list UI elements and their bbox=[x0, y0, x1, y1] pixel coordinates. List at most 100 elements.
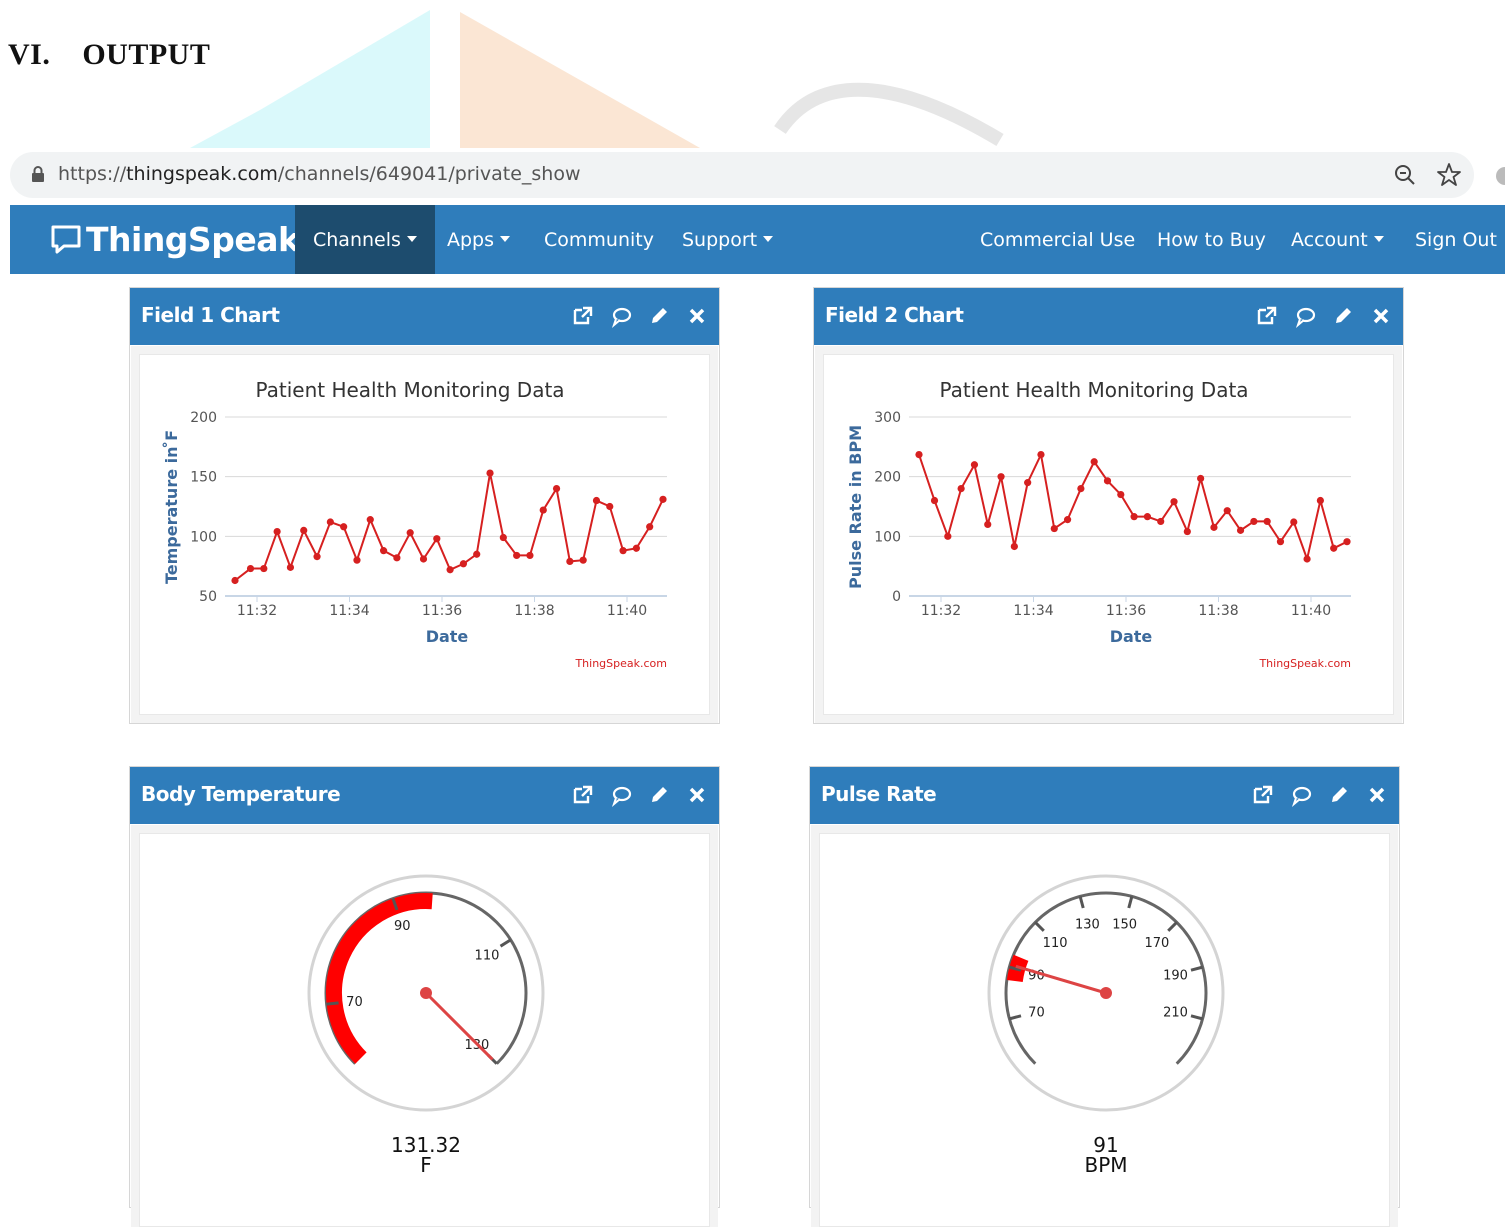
data-point bbox=[379, 547, 388, 555]
data-point bbox=[1276, 538, 1285, 546]
nav-channels[interactable]: Channels bbox=[295, 205, 435, 274]
y-tick-label: 50 bbox=[199, 589, 217, 605]
chart-title: Patient Health Monitoring Data bbox=[255, 378, 564, 402]
comment-icon[interactable] bbox=[609, 304, 633, 328]
gauge-tick-label: 110 bbox=[475, 949, 500, 964]
field1-line-chart[interactable]: Patient Health Monitoring Data 50 100 150 20… bbox=[140, 355, 711, 715]
profile-icon[interactable] bbox=[1492, 164, 1505, 188]
data-point bbox=[246, 564, 255, 573]
gauge-container: 131.32 F 7090110130 bbox=[139, 833, 710, 1227]
data-point bbox=[1090, 458, 1098, 466]
x-tick-label: 11:32 bbox=[921, 603, 961, 619]
data-point bbox=[997, 473, 1005, 481]
nav-community[interactable]: Community bbox=[544, 205, 654, 274]
comment-icon[interactable] bbox=[609, 783, 633, 807]
bookmark-star-icon[interactable] bbox=[1436, 162, 1462, 188]
data-point bbox=[579, 556, 587, 564]
gauge-unit: F bbox=[420, 1153, 432, 1177]
pencil-icon[interactable] bbox=[647, 783, 671, 807]
panel-title: Pulse Rate bbox=[821, 782, 937, 806]
data-point bbox=[1210, 523, 1218, 531]
gauge-tick-label: 110 bbox=[1043, 936, 1068, 951]
data-point bbox=[1183, 527, 1191, 536]
data-point bbox=[1330, 544, 1338, 552]
x-tick-label: 11:40 bbox=[1291, 603, 1331, 619]
panel-header: Body Temperature bbox=[130, 767, 719, 824]
data-point bbox=[286, 563, 295, 571]
lock-icon bbox=[32, 166, 44, 182]
x-tick-label: 11:38 bbox=[1198, 603, 1238, 619]
external-link-icon[interactable] bbox=[571, 783, 595, 807]
close-icon[interactable] bbox=[685, 304, 709, 328]
gauge-tick-label: 70 bbox=[346, 995, 363, 1010]
data-point bbox=[1290, 518, 1298, 526]
data-point bbox=[1303, 555, 1311, 563]
external-link-icon[interactable] bbox=[1255, 304, 1279, 328]
nav-apps-label: Apps bbox=[447, 229, 495, 251]
data-point bbox=[970, 461, 979, 469]
y-tick-label: 200 bbox=[190, 410, 217, 426]
data-point bbox=[433, 535, 441, 543]
data-point bbox=[1063, 516, 1072, 524]
data-point bbox=[1316, 496, 1324, 505]
chart-title: Patient Health Monitoring Data bbox=[939, 378, 1248, 402]
nav-how-to-buy[interactable]: How to Buy bbox=[1157, 205, 1266, 274]
comment-icon[interactable] bbox=[1289, 783, 1313, 807]
data-point bbox=[499, 533, 507, 542]
pencil-icon[interactable] bbox=[647, 304, 671, 328]
gauge-needle-hub bbox=[420, 987, 432, 999]
data-point bbox=[619, 547, 627, 555]
nav-apps[interactable]: Apps bbox=[447, 205, 511, 274]
x-tick-label: 11:36 bbox=[1106, 603, 1146, 619]
panel-title: Body Temperature bbox=[141, 782, 341, 806]
x-tick-label: 11:34 bbox=[329, 603, 369, 619]
data-point bbox=[1170, 498, 1178, 506]
panel-title: Field 1 Chart bbox=[141, 303, 280, 327]
gauge-unit: BPM bbox=[1084, 1153, 1127, 1177]
nav-account[interactable]: Account bbox=[1291, 205, 1384, 274]
field2-line-chart[interactable]: Patient Health Monitoring Data 0 100 200 300… bbox=[824, 355, 1395, 715]
data-point bbox=[486, 469, 494, 477]
close-icon[interactable] bbox=[685, 783, 709, 807]
pencil-icon[interactable] bbox=[1331, 304, 1355, 328]
chevron-down-icon bbox=[763, 235, 774, 242]
nav-commercial-use[interactable]: Commercial Use bbox=[980, 205, 1135, 274]
data-point bbox=[419, 555, 428, 563]
data-point bbox=[273, 527, 281, 536]
url-text[interactable]: https://thingspeak.com/channels/649041/p… bbox=[58, 163, 581, 185]
data-point bbox=[1263, 517, 1271, 526]
x-tick-label: 11:36 bbox=[422, 603, 462, 619]
gauge-tick-label: 190 bbox=[1163, 968, 1188, 983]
gauge-container: 91 BPM 70 90 110 130 150 170 190 210 bbox=[819, 833, 1390, 1227]
data-point bbox=[566, 557, 574, 565]
zoom-icon[interactable] bbox=[1392, 162, 1418, 188]
data-point bbox=[526, 551, 534, 560]
close-icon[interactable] bbox=[1365, 783, 1389, 807]
data-point bbox=[984, 520, 992, 528]
nav-sign-out[interactable]: Sign Out bbox=[1415, 205, 1497, 274]
data-point bbox=[1343, 538, 1351, 546]
data-point bbox=[1223, 507, 1231, 515]
external-link-icon[interactable] bbox=[1251, 783, 1275, 807]
section-heading: VI. OUTPUT bbox=[8, 38, 211, 71]
address-bar[interactable]: https://thingspeak.com/channels/649041/p… bbox=[10, 152, 1474, 198]
data-point bbox=[539, 506, 547, 514]
pencil-icon[interactable] bbox=[1327, 783, 1351, 807]
y-axis-label: Temperature in ̊F bbox=[162, 430, 181, 584]
gauge-needle-hub bbox=[1100, 987, 1112, 999]
gauge-tick-label: 170 bbox=[1144, 936, 1169, 951]
comment-icon[interactable] bbox=[1293, 304, 1317, 328]
nav-support-label: Support bbox=[682, 229, 758, 251]
data-point bbox=[1037, 450, 1045, 459]
nav-account-label: Account bbox=[1291, 229, 1368, 251]
brand-logo[interactable]: ThingSpeak™ bbox=[50, 219, 313, 259]
nav-support[interactable]: Support bbox=[682, 205, 774, 274]
data-point bbox=[1143, 513, 1152, 521]
panel-title: Field 2 Chart bbox=[825, 303, 964, 327]
close-icon[interactable] bbox=[1369, 304, 1393, 328]
data-point bbox=[1050, 524, 1058, 533]
chart-credit: ThingSpeak.com bbox=[1258, 657, 1351, 670]
temperature-gauge: 131.32 F 7090110130 bbox=[307, 874, 545, 1177]
gauge-tick-label: 210 bbox=[1163, 1006, 1188, 1021]
external-link-icon[interactable] bbox=[571, 304, 595, 328]
